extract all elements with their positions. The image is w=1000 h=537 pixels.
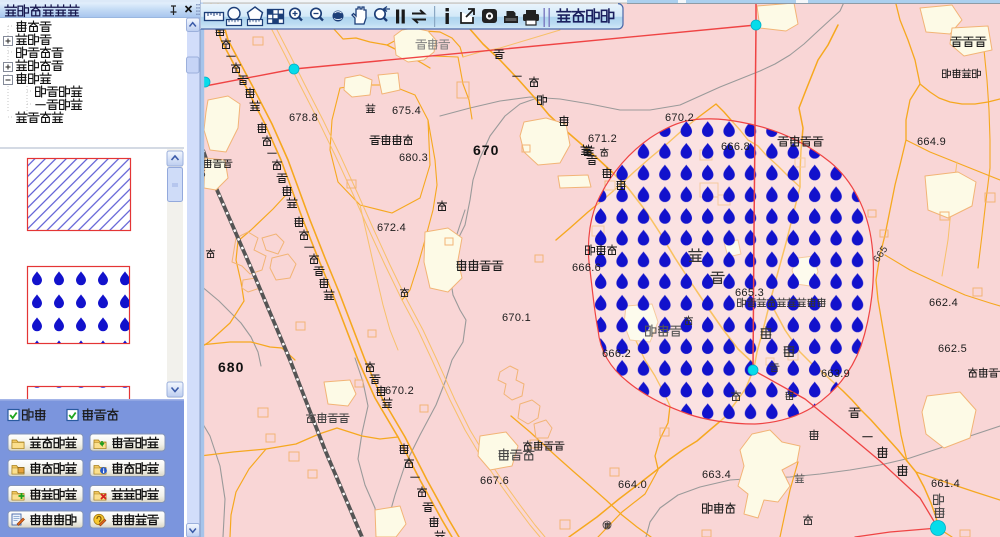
svg-text:671.2: 671.2 (588, 133, 617, 145)
svg-text:666.6: 666.6 (572, 262, 601, 274)
svg-text:666.2: 666.2 (602, 348, 631, 360)
svg-text:675.4: 675.4 (392, 105, 421, 117)
svg-text:662.5: 662.5 (938, 343, 967, 355)
svg-text:680: 680 (218, 359, 244, 375)
svg-text:664.0: 664.0 (618, 479, 647, 491)
svg-text:665.3: 665.3 (735, 287, 764, 299)
svg-text:670.2: 670.2 (665, 112, 694, 124)
svg-text:670.1: 670.1 (502, 312, 531, 324)
svg-text:663.4: 663.4 (702, 469, 731, 481)
svg-text:670.2: 670.2 (385, 385, 414, 397)
svg-text:678.8: 678.8 (289, 112, 318, 124)
svg-text:667.6: 667.6 (480, 475, 509, 487)
svg-text:680.3: 680.3 (399, 152, 428, 164)
svg-text:664.9: 664.9 (917, 136, 946, 148)
svg-text:672.4: 672.4 (377, 222, 406, 234)
svg-text:666.8: 666.8 (721, 141, 750, 153)
svg-text:663.9: 663.9 (821, 368, 850, 380)
svg-text:670: 670 (473, 142, 499, 158)
svg-text:662.4: 662.4 (929, 297, 958, 309)
svg-text:661.4: 661.4 (931, 478, 960, 490)
